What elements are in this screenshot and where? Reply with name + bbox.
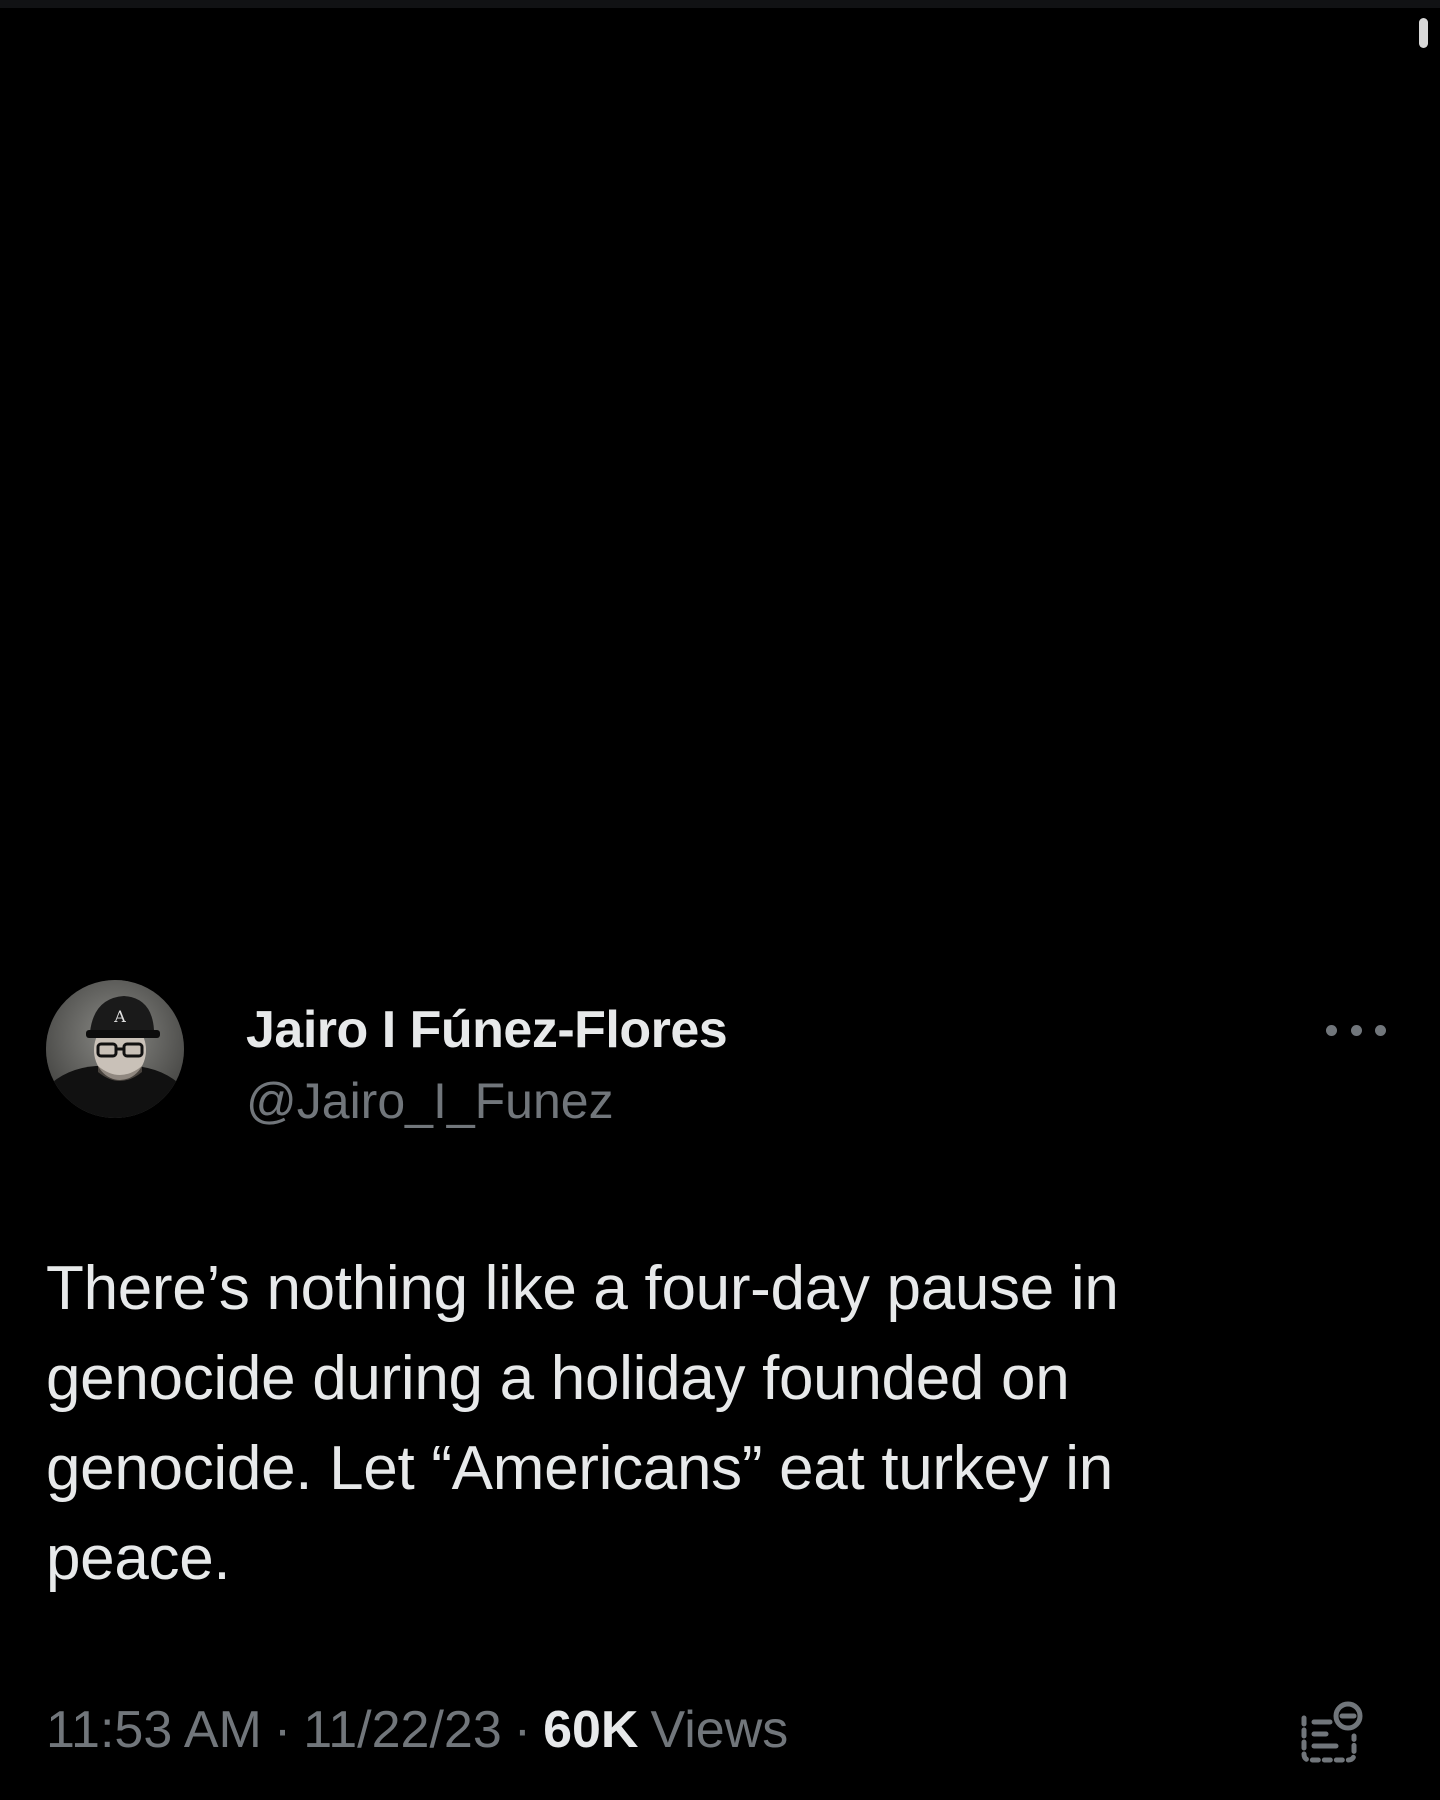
svg-text:A: A xyxy=(113,1007,126,1026)
tweet-time[interactable]: 11:53 AM xyxy=(46,1700,262,1760)
post-analytics-button[interactable] xyxy=(1296,1696,1366,1766)
author-avatar[interactable]: A xyxy=(46,980,184,1118)
views-count: 60K xyxy=(543,1701,639,1759)
more-dots-icon xyxy=(1350,1024,1362,1036)
more-dots-icon xyxy=(1326,1024,1337,1036)
more-options-button[interactable] xyxy=(1326,1012,1386,1048)
tweet-detail: A Jairo I Fúnez-Flores @Jairo_I_Funez Th… xyxy=(0,0,1440,1800)
author-handle[interactable]: @Jairo_I_Funez xyxy=(246,1072,614,1130)
post-analytics-icon xyxy=(1301,1701,1363,1763)
tweet-text: There’s nothing like a four-day pause in… xyxy=(46,1254,1119,1593)
views-label: Views xyxy=(650,1701,789,1759)
more-dots-icon xyxy=(1375,1024,1386,1036)
tweet-date[interactable]: 11/22/23 xyxy=(303,1700,502,1760)
tweet-meta: 11:53 AM · 11/22/23 · 60K Views xyxy=(46,1700,788,1760)
avatar-photo-icon: A xyxy=(46,980,184,1118)
meta-separator: · xyxy=(513,1701,532,1759)
author-display-name[interactable]: Jairo I Fúnez-Flores xyxy=(246,1000,728,1060)
meta-separator: · xyxy=(273,1701,292,1759)
